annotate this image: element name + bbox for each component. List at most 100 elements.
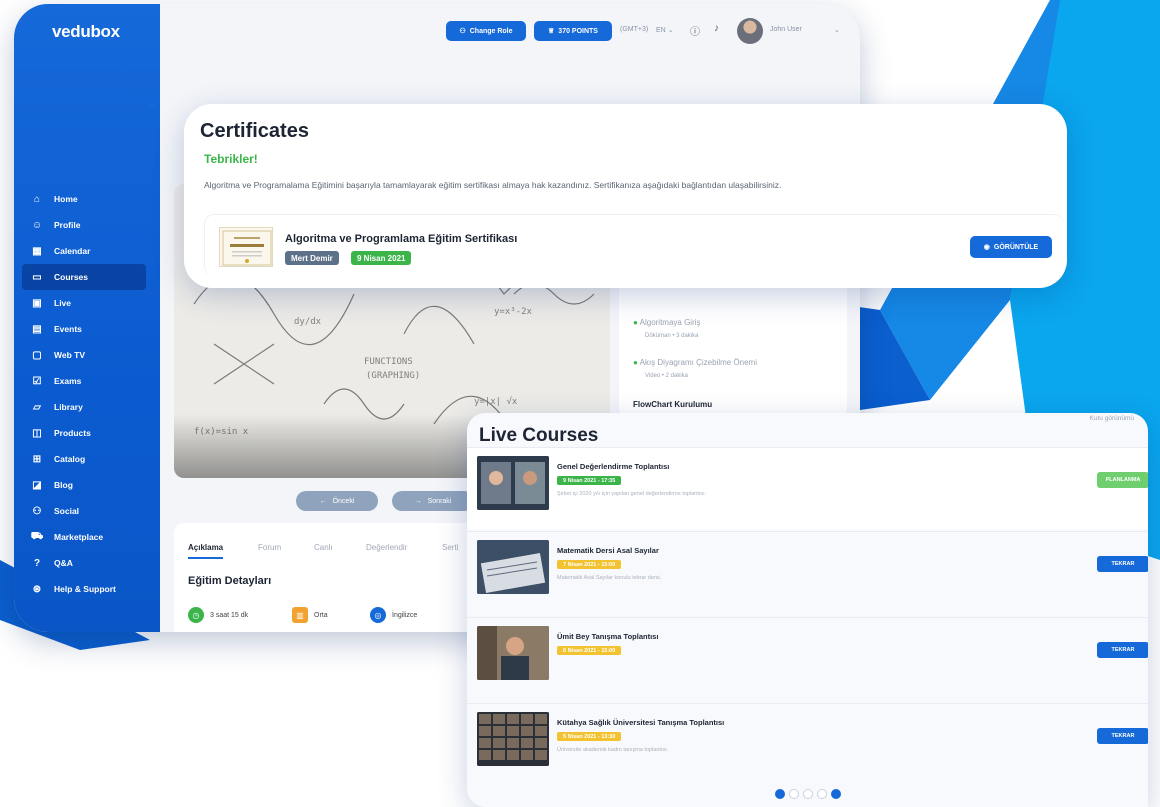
language-selector[interactable]: EN ⌄ (656, 26, 674, 34)
live-action-button[interactable]: TEKRAR (1097, 728, 1148, 744)
detail-label: İngilizce (392, 611, 418, 619)
sidebar-item-label: Live (54, 298, 72, 308)
page-dot[interactable] (803, 789, 813, 799)
detail-label: Orta (314, 611, 328, 619)
sidebar-item-live[interactable]: ▣ Live (22, 290, 146, 316)
avatar[interactable] (737, 18, 763, 44)
detail-label: 3 saat 15 dk (210, 611, 249, 619)
sidebar-item-label: Library (54, 402, 83, 412)
certificates-title: Certificates (200, 120, 309, 142)
live-courses-title: Live Courses (479, 425, 599, 446)
lesson-meta: Döküman • 3 dakika (645, 333, 699, 339)
eye-icon: ◉ (983, 244, 990, 251)
live-description: Matematik Asal Sayılar konulu tekrar der… (557, 575, 662, 581)
sidebar-item-label: Social (54, 506, 80, 516)
list-item[interactable]: Matematik Dersi Asal Sayılar 7 Nisan 202… (467, 531, 1148, 613)
chevron-down-icon: ⌄ (667, 27, 674, 34)
points-badge[interactable]: ♕ 370 POINTS (534, 21, 612, 41)
tab-review[interactable]: Değerlendir (366, 543, 407, 552)
grid-icon: ⊞ (32, 453, 42, 465)
timezone-label: (GMT+3) (620, 26, 649, 33)
prev-button[interactable]: ← Önceki (296, 491, 378, 511)
sidebar-item-help[interactable]: ⊛ Help & Support (22, 576, 146, 602)
sidebar-item-courses[interactable]: ▭ Courses (22, 264, 146, 290)
sidebar-item-marketplace[interactable]: ⛟ Marketplace (22, 524, 146, 550)
live-action-button[interactable]: TEKRAR (1097, 556, 1148, 572)
live-title: Genel Değerlendirme Toplantısı (557, 462, 670, 471)
certificate-description: Algoritma ve Programalama Eğitimini başa… (204, 180, 782, 190)
topbar: ⚇ Change Role ♕ 370 POINTS (GMT+3) EN ⌄ ⓘ … (160, 4, 860, 66)
lesson-section-title[interactable]: FlowChart Kurulumu (633, 400, 712, 409)
certificate-thumbnail[interactable] (219, 227, 273, 267)
sidebar-item-catalog[interactable]: ⊞ Catalog (22, 446, 146, 472)
sidebar-item-blog[interactable]: ◪ Blog (22, 472, 146, 498)
live-date-badge: 9 Nisan 2021 - 17:35 (557, 476, 622, 485)
list-item[interactable]: Kütahya Sağlık Üniversitesi Tanışma Topl… (467, 703, 1148, 785)
tab-live[interactable]: Canlı (314, 543, 333, 552)
group-call-image (477, 712, 549, 766)
svg-text:(GRAPHING): (GRAPHING) (366, 371, 420, 381)
brand-logo: vedubox (52, 22, 120, 41)
congrats-text: Tebrikler! (204, 152, 258, 166)
folder-icon: ▱ (33, 401, 41, 413)
tab-forum[interactable]: Forum (258, 543, 281, 552)
sidebar-item-exams[interactable]: ☑ Exams (22, 368, 146, 394)
sidebar-item-label: Profile (54, 220, 81, 230)
info-icon[interactable]: ⓘ (690, 23, 700, 38)
math-notes-image (477, 540, 549, 594)
home-icon: ⌂ (33, 193, 41, 205)
live-action-button[interactable]: TEKRAR (1097, 642, 1148, 658)
view-toggle-label[interactable]: Kutu görünümü (1090, 415, 1134, 422)
page-dot[interactable] (817, 789, 827, 799)
calendar-icon: ▦ (32, 245, 42, 257)
sidebar-item-label: Exams (54, 376, 82, 386)
tab-certificate[interactable]: Serti (442, 543, 458, 552)
certificate-person-badge: Mert Demir (285, 251, 339, 265)
live-action-button[interactable]: PLANLANMA (1097, 472, 1148, 488)
sidebar-item-social[interactable]: ⚇ Social (22, 498, 146, 524)
certificates-card: Certificates Tebrikler! Algoritma ve Pro… (184, 104, 1067, 288)
help-icon: ⊛ (32, 583, 42, 595)
live-courses-card: Live Courses Kutu görünümü Genel Değerle… (467, 413, 1148, 807)
change-role-button[interactable]: ⚇ Change Role (446, 21, 526, 41)
page-dot[interactable] (789, 789, 799, 799)
live-thumbnail (477, 626, 549, 680)
user-name[interactable]: John User (770, 26, 802, 33)
sidebar-item-profile[interactable]: ☺ Profile (22, 212, 146, 238)
lesson-item[interactable]: ● Akış Diyagramı Çizebilme Önemi Video • … (633, 358, 757, 379)
collapse-sidebar-icon[interactable]: « (148, 96, 156, 112)
arrow-right-icon: → (414, 497, 422, 505)
user-menu-chevron-icon[interactable]: ⌄ (834, 26, 840, 34)
sidebar-item-label: Home (54, 194, 78, 204)
svg-text:y=|x| √x: y=|x| √x (474, 396, 518, 407)
lesson-item[interactable]: ● Algoritmaya Giriş Döküman • 3 dakika (633, 318, 701, 339)
lesson-title: Akış Diyagramı Çizebilme Önemi (639, 358, 757, 367)
sidebar-item-home[interactable]: ⌂ Home (22, 186, 146, 212)
courses-icon: ▭ (32, 271, 42, 283)
sidebar-item-webtv[interactable]: ▢ Web TV (22, 342, 146, 368)
change-role-label: Change Role (469, 27, 513, 35)
sidebar-item-events[interactable]: ▤ Events (22, 316, 146, 342)
live-description: Üniversite akademik kadro tanışma toplan… (557, 747, 669, 753)
level-icon: ▥ (292, 607, 308, 623)
next-button[interactable]: → Sonraki (392, 491, 474, 511)
page-dot[interactable] (775, 789, 785, 799)
sidebar-item-products[interactable]: ◫ Products (22, 420, 146, 446)
bell-icon[interactable]: ♪ (714, 23, 719, 34)
sidebar-item-library[interactable]: ▱ Library (22, 394, 146, 420)
sidebar-item-label: Help & Support (54, 584, 116, 594)
course-content-panel: ● Algoritmaya Giriş Döküman • 3 dakika ● … (619, 266, 847, 416)
live-thumbnail (477, 540, 549, 594)
certificate-item: Algoritma ve Programlama Eğitim Sertifik… (204, 214, 1064, 276)
detail-level: ▥ Orta (292, 607, 328, 623)
view-certificate-button[interactable]: ◉ GÖRÜNTÜLE (970, 236, 1052, 258)
sidebar-item-qa[interactable]: ? Q&A (22, 550, 146, 576)
tab-description[interactable]: Açıklama (188, 543, 224, 559)
page-next[interactable] (831, 789, 841, 799)
tv-icon: ▢ (32, 349, 42, 361)
question-icon: ? (33, 557, 41, 569)
live-title: Matematik Dersi Asal Sayılar (557, 546, 659, 555)
sidebar-item-calendar[interactable]: ▦ Calendar (22, 238, 146, 264)
list-item[interactable]: Ümit Bey Tanışma Toplantısı 6 Nisan 2021… (467, 617, 1148, 699)
list-item[interactable]: Genel Değerlendirme Toplantısı 9 Nisan 2… (467, 447, 1148, 529)
